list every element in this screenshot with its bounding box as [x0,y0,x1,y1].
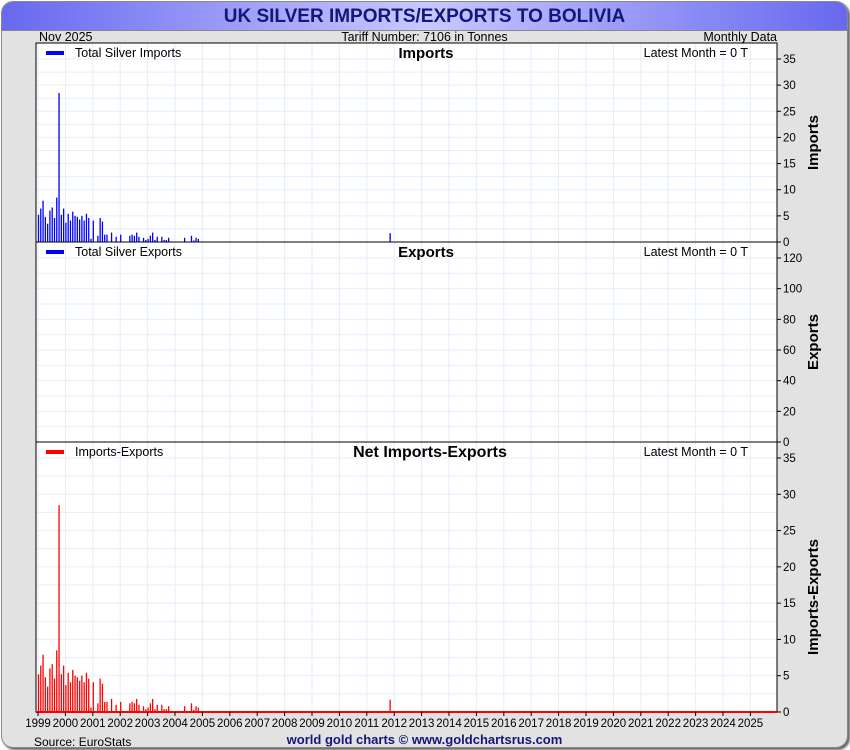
panel-title: Exports [398,244,454,261]
y-tick-label: 0 [783,237,789,249]
y-tick-label: 15 [783,598,796,610]
chart-svg: 05101520253035Total Silver Imports Import… [25,42,822,730]
y-tick-label: 25 [783,106,796,118]
legend-swatch [46,51,64,55]
x-tick-label: 2007 [244,718,270,730]
legend-swatch [46,250,64,254]
y-tick-label: 30 [783,489,796,501]
x-tick-label: 2022 [655,718,681,730]
x-tick-label: 2012 [381,718,407,730]
y-tick-label: 5 [783,671,789,683]
y-tick-label: 10 [783,185,796,197]
y-tick-label: 5 [783,211,789,223]
latest-month-label: Latest Month = 0 T [644,46,749,60]
y-tick-label: 25 [783,526,796,538]
x-tick-label: 2015 [464,718,490,730]
y-tick-label: 20 [783,132,796,144]
x-tick-label: 2020 [601,718,627,730]
x-tick-label: 2002 [107,718,133,730]
x-tick-label: 2009 [299,718,325,730]
y-axis-title: Imports [805,115,822,170]
legend-swatch [46,450,64,454]
x-tick-label: 2001 [80,718,106,730]
y-tick-label: 35 [783,453,796,465]
x-tick-label: 2021 [628,718,654,730]
y-tick-label: 20 [783,406,796,418]
panel-title: Imports [398,45,453,62]
x-tick-label: 2016 [491,718,517,730]
x-tick-label: 2014 [436,718,462,730]
x-tick-label: 2025 [738,718,764,730]
x-tick-label: 2024 [710,718,736,730]
y-tick-label: 20 [783,562,796,574]
y-tick-label: 10 [783,634,796,646]
y-tick-label: 60 [783,345,796,357]
x-tick-label: 2005 [190,718,216,730]
y-tick-label: 0 [783,707,789,719]
y-tick-label: 100 [783,284,802,296]
x-tick-label: 2008 [272,718,298,730]
y-axis-title: Imports-Exports [805,539,822,655]
y-tick-label: 35 [783,54,796,66]
y-tick-label: 80 [783,314,796,326]
latest-month-label: Latest Month = 0 T [644,445,749,459]
x-tick-label: 2019 [573,718,599,730]
x-tick-label: 1999 [25,718,51,730]
x-tick-label: 2010 [327,718,353,730]
x-tick-label: 2018 [546,718,572,730]
x-tick-label: 2011 [354,718,379,730]
y-tick-label: 0 [783,437,789,449]
x-tick-label: 2004 [162,718,188,730]
legend-label: Total Silver Imports [75,46,181,60]
latest-month-label: Latest Month = 0 T [644,245,749,259]
y-tick-label: 120 [783,253,802,265]
x-tick-label: 2006 [217,718,243,730]
x-tick-label: 2013 [409,718,435,730]
y-tick-label: 15 [783,159,796,171]
x-tick-label: 2000 [53,718,79,730]
x-tick-label: 2003 [135,718,161,730]
panel-title: Net Imports-Exports [353,444,507,461]
y-tick-label: 40 [783,376,796,388]
x-tick-label: 2017 [518,718,544,730]
legend-label: Imports-Exports [75,445,163,459]
y-axis-title: Exports [805,314,822,370]
x-tick-label: 2023 [683,718,709,730]
legend-label: Total Silver Exports [75,245,182,259]
y-tick-label: 30 [783,80,796,92]
